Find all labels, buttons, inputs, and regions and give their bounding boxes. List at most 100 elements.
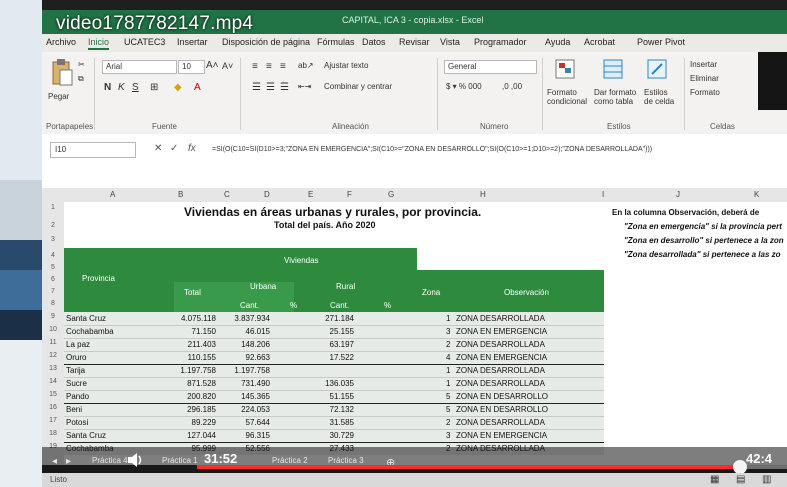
number-format-select[interactable]: General	[444, 60, 537, 74]
function-icon[interactable]: fx	[188, 143, 196, 154]
cell-zona[interactable]: 2	[446, 418, 450, 427]
cell-zona[interactable]: 1	[446, 379, 450, 388]
cell-zona[interactable]: 2	[446, 340, 450, 349]
cell-urbana-cant[interactable]: 148.206	[216, 340, 270, 349]
cell-observacion[interactable]: ZONA DESARROLLADA	[456, 340, 545, 349]
cell-observacion[interactable]: ZONA EN DESARROLLO	[456, 392, 548, 401]
prev-sheet-icon[interactable]: ◂	[52, 456, 57, 467]
font-size-select[interactable]: 10	[178, 60, 205, 74]
cut-icon[interactable]: ✂	[78, 60, 85, 69]
row-header[interactable]: 2	[42, 222, 64, 229]
page-break-icon[interactable]: ▥	[762, 474, 771, 485]
cell-urbana-cant[interactable]: 96.315	[216, 431, 270, 440]
copy-icon[interactable]: ⧉	[78, 74, 84, 84]
cell-provincia[interactable]: Beni	[66, 405, 82, 414]
tab-ucatec3[interactable]: UCATEC3	[124, 37, 165, 47]
conditional-format-icon[interactable]	[554, 58, 578, 80]
cell-urbana-cant[interactable]: 46.015	[216, 327, 270, 336]
cell-provincia[interactable]: Sucre	[66, 379, 87, 388]
cell-rural-cant[interactable]: 31.585	[300, 418, 354, 427]
border-icon[interactable]: ⊞	[150, 82, 158, 93]
paste-button[interactable]: Pegar	[48, 92, 69, 101]
orientation-icon[interactable]: ab↗	[298, 61, 314, 70]
formula-input[interactable]: =SI(O(C10=SI(D10>=3;"ZONA EN EMERGENCIA"…	[212, 146, 652, 153]
cell-provincia[interactable]: Cochabamba	[66, 327, 114, 336]
cell-rural-cant[interactable]: 63.197	[300, 340, 354, 349]
align-bottom-icon[interactable]: ≡	[280, 61, 286, 72]
enter-icon[interactable]: ✓	[170, 143, 178, 154]
cell-total[interactable]: 211.403	[162, 340, 216, 349]
cell-zona[interactable]: 5	[446, 392, 450, 401]
column-header[interactable]: K	[754, 190, 759, 199]
sheet-tab[interactable]: Práctica 1	[162, 456, 198, 465]
cell-total[interactable]: 89.229	[162, 418, 216, 427]
cell-zona[interactable]: 4	[446, 353, 450, 362]
column-header[interactable]: E	[308, 190, 313, 199]
align-right-icon[interactable]: ☰	[280, 82, 289, 93]
tab-inicio[interactable]: Inicio	[88, 37, 110, 50]
column-header[interactable]: B	[178, 190, 183, 199]
cell-provincia[interactable]: Tarija	[66, 366, 85, 375]
conditional-format-button[interactable]: Formato condicional	[547, 88, 591, 106]
cell-urbana-cant[interactable]: 1.197.758	[216, 366, 270, 375]
cell-rural-cant[interactable]: 51.155	[300, 392, 354, 401]
row-header[interactable]: 5	[42, 264, 64, 271]
row-header[interactable]: 8	[42, 300, 64, 307]
row-header[interactable]: 15	[42, 391, 64, 398]
cell-total[interactable]: 200.820	[162, 392, 216, 401]
cell-observacion[interactable]: ZONA EN EMERGENCIA	[456, 353, 547, 362]
video-progress-bar[interactable]	[197, 460, 787, 474]
volume-icon[interactable]	[126, 451, 146, 469]
cell-zona[interactable]: 3	[446, 431, 450, 440]
cell-observacion[interactable]: ZONA DESARROLLADA	[456, 314, 545, 323]
cell-total[interactable]: 110.155	[162, 353, 216, 362]
row-header[interactable]: 14	[42, 378, 64, 385]
grow-font-icon[interactable]: A˄	[206, 60, 219, 71]
cell-urbana-cant[interactable]: 224.053	[216, 405, 270, 414]
cell-observacion[interactable]: ZONA DESARROLLADA	[456, 366, 545, 375]
cell-provincia[interactable]: Pando	[66, 392, 89, 401]
tab-datos[interactable]: Datos	[362, 37, 386, 47]
row-header[interactable]: 16	[42, 404, 64, 411]
row-header[interactable]: 6	[42, 276, 64, 283]
column-header[interactable]: D	[264, 190, 270, 199]
column-header[interactable]: J	[676, 190, 680, 199]
row-header[interactable]: 1	[42, 204, 64, 211]
paste-icon[interactable]	[50, 58, 74, 88]
cell-provincia[interactable]: Santa Cruz	[66, 314, 106, 323]
cell-zona[interactable]: 5	[446, 405, 450, 414]
indent-icon[interactable]: ⇤⇥	[298, 82, 311, 91]
shrink-font-icon[interactable]: A˅	[222, 61, 233, 71]
cell-urbana-cant[interactable]: 145.365	[216, 392, 270, 401]
cell-provincia[interactable]: La paz	[66, 340, 90, 349]
format-as-table-button[interactable]: Dar formato como tabla	[594, 88, 642, 106]
cell-rural-cant[interactable]: 25.155	[300, 327, 354, 336]
cell-total[interactable]: 871.528	[162, 379, 216, 388]
cell-total[interactable]: 296.185	[162, 405, 216, 414]
cell-rural-cant[interactable]: 136.035	[300, 379, 354, 388]
worksheet-grid[interactable]: Viviendas en áreas urbanas y rurales, po…	[64, 202, 787, 465]
tab-vista[interactable]: Vista	[440, 37, 460, 47]
cell-zona[interactable]: 3	[446, 327, 450, 336]
italic-button[interactable]: K	[118, 82, 125, 93]
column-header[interactable]: A	[110, 190, 115, 199]
tab-disposicion[interactable]: Disposición de página	[222, 37, 310, 47]
cell-observacion[interactable]: ZONA EN DESARROLLO	[456, 405, 548, 414]
tab-power-pivot[interactable]: Power Pivot	[637, 37, 685, 47]
align-center-icon[interactable]: ☰	[266, 82, 275, 93]
cell-total[interactable]: 127.044	[162, 431, 216, 440]
tab-insertar[interactable]: Insertar	[177, 37, 208, 47]
row-header[interactable]: 12	[42, 352, 64, 359]
row-header[interactable]: 18	[42, 430, 64, 437]
font-name-select[interactable]: Arial	[102, 60, 177, 74]
row-header[interactable]: 3	[42, 236, 64, 243]
format-cells-button[interactable]: Formato	[690, 88, 720, 97]
cell-provincia[interactable]: Potosi	[66, 418, 88, 427]
sheet-tab[interactable]: Práctica 4	[92, 456, 128, 465]
format-as-table-icon[interactable]	[602, 58, 626, 80]
column-header[interactable]: F	[347, 190, 352, 199]
row-header[interactable]: 4	[42, 252, 64, 259]
tab-programador[interactable]: Programador	[474, 37, 527, 47]
column-header[interactable]: I	[602, 190, 604, 199]
cell-styles-icon[interactable]	[646, 58, 670, 80]
